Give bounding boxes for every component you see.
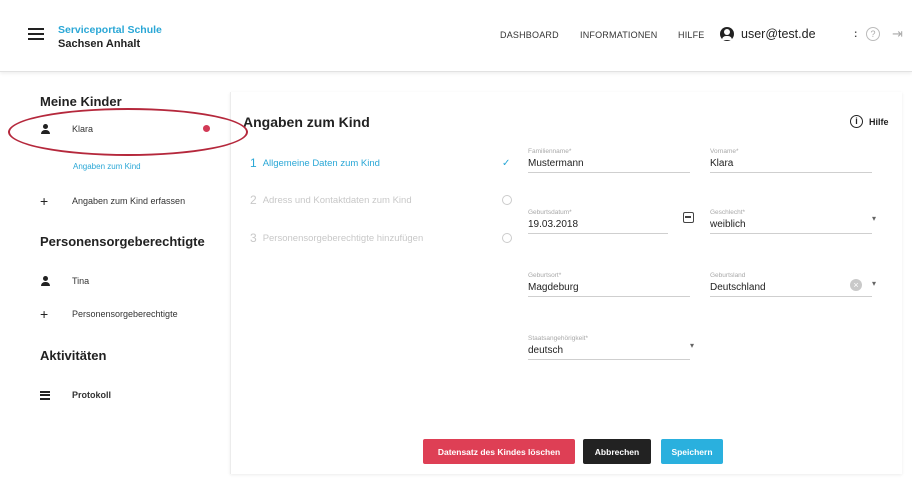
- list-icon: [40, 390, 50, 400]
- geburtsort-field[interactable]: Geburtsort* Magdeburg: [528, 272, 690, 297]
- step-number: 2: [250, 193, 257, 207]
- user-menu[interactable]: user@test.de: [720, 25, 816, 43]
- field-value: weiblich: [710, 219, 746, 230]
- person-icon: [40, 276, 50, 286]
- sidebar-item-add-guardian[interactable]: + Personensorgeberechtigte: [40, 306, 178, 322]
- caret-down-icon[interactable]: ▾: [872, 214, 876, 223]
- nav-hilfe[interactable]: HILFE: [678, 30, 705, 40]
- step-label: Personensorgeberechtigte hinzufügen: [262, 232, 424, 244]
- sidebar-item-protokoll[interactable]: Protokoll: [40, 390, 111, 400]
- logout-icon[interactable]: ⇥: [892, 26, 903, 42]
- nav-informationen[interactable]: INFORMATIONEN: [580, 30, 657, 40]
- field-label: Staatsangehörigkeit*: [528, 335, 588, 342]
- section-meine-kinder: Meine Kinder: [40, 94, 122, 109]
- menu-icon[interactable]: [28, 28, 44, 42]
- step-pending-icon: [502, 233, 512, 243]
- field-value: deutsch: [528, 345, 564, 356]
- user-email: user@test.de: [741, 27, 816, 41]
- save-button[interactable]: Speichern: [661, 439, 723, 464]
- sidebar-item-klara[interactable]: Klara: [40, 124, 93, 134]
- field-label: Geburtsort*: [528, 272, 562, 279]
- sidebar-item-label: Personensorgeberechtigte: [72, 309, 178, 319]
- sidebar-sublink-angaben[interactable]: Angaben zum Kind: [73, 162, 141, 171]
- field-value: Klara: [710, 158, 734, 169]
- field-label: Geschlecht*: [710, 209, 746, 216]
- section-personensorgeberechtigte: Personensorgeberechtigte: [40, 234, 205, 249]
- delete-record-button[interactable]: Datensatz des Kindes löschen: [423, 439, 575, 464]
- geburtsland-select[interactable]: Geburtsland Deutschland: [710, 272, 872, 297]
- step-allgemeine-daten[interactable]: 1 Allgemeine Daten zum Kind: [250, 156, 380, 170]
- check-icon: ✓: [502, 158, 511, 169]
- field-value: Deutschland: [710, 282, 766, 293]
- info-icon: i: [850, 115, 863, 128]
- field-value: Magdeburg: [528, 282, 579, 293]
- sidebar-item-add-child[interactable]: + Angaben zum Kind erfassen: [40, 193, 186, 209]
- calendar-icon[interactable]: [683, 212, 694, 223]
- person-icon: [40, 124, 50, 134]
- step-pending-icon: [502, 195, 512, 205]
- field-label: Vorname*: [710, 148, 739, 155]
- sidebar-item-tina[interactable]: Tina: [40, 276, 89, 286]
- brand-title: Serviceportal Schule: [58, 24, 162, 36]
- sidebar-item-label: Angaben zum Kind erfassen: [72, 196, 186, 206]
- cancel-button[interactable]: Abbrechen: [583, 439, 651, 464]
- sidebar: [0, 72, 230, 488]
- field-value: Mustermann: [528, 158, 584, 169]
- notification-dot: [203, 125, 210, 132]
- step-number: 3: [250, 231, 257, 245]
- sidebar-item-label: Protokoll: [72, 390, 112, 400]
- nav-dashboard[interactable]: DASHBOARD: [500, 30, 559, 40]
- geburtsdatum-field[interactable]: Geburtsdatum* 19.03.2018: [528, 209, 668, 234]
- app-header: Serviceportal Schule Sachsen Anhalt DASH…: [0, 0, 912, 72]
- plus-icon: +: [40, 193, 49, 209]
- section-aktivitaeten: Aktivitäten: [40, 348, 107, 363]
- familienname-field[interactable]: Familienname* Mustermann: [528, 148, 690, 173]
- account-icon: [720, 27, 734, 41]
- step-personensorgeberechtigte[interactable]: 3 Personensorgeberechtigte hinzufügen: [250, 231, 423, 245]
- sidebar-item-label: Tina: [72, 276, 90, 286]
- step-label: Adress und Kontaktdaten zum Kind: [262, 194, 412, 206]
- more-indicator[interactable]: :: [854, 29, 857, 40]
- field-label: Familienname*: [528, 148, 572, 155]
- plus-icon: +: [40, 306, 49, 322]
- page-title: Angaben zum Kind: [243, 114, 370, 130]
- field-value: 19.03.2018: [528, 219, 579, 230]
- clear-icon[interactable]: ×: [850, 279, 862, 291]
- help-icon[interactable]: ?: [866, 27, 880, 41]
- staatsangehoerigkeit-select[interactable]: Staatsangehörigkeit* deutsch: [528, 335, 690, 360]
- sidebar-item-label: Klara: [72, 124, 94, 134]
- caret-down-icon[interactable]: ▾: [872, 279, 876, 288]
- brand-subtitle: Sachsen Anhalt: [58, 38, 141, 50]
- field-label: Geburtsland: [710, 272, 746, 279]
- step-label: Allgemeine Daten zum Kind: [262, 157, 380, 169]
- field-label: Geburtsdatum*: [528, 209, 572, 216]
- step-adress-kontaktdaten[interactable]: 2 Adress und Kontaktdaten zum Kind: [250, 193, 412, 207]
- geschlecht-select[interactable]: Geschlecht* weiblich: [710, 209, 872, 234]
- help-label: Hilfe: [869, 116, 889, 127]
- caret-down-icon[interactable]: ▾: [690, 341, 694, 350]
- help-button[interactable]: i Hilfe: [850, 115, 889, 128]
- vorname-field[interactable]: Vorname* Klara: [710, 148, 872, 173]
- step-number: 1: [250, 156, 257, 170]
